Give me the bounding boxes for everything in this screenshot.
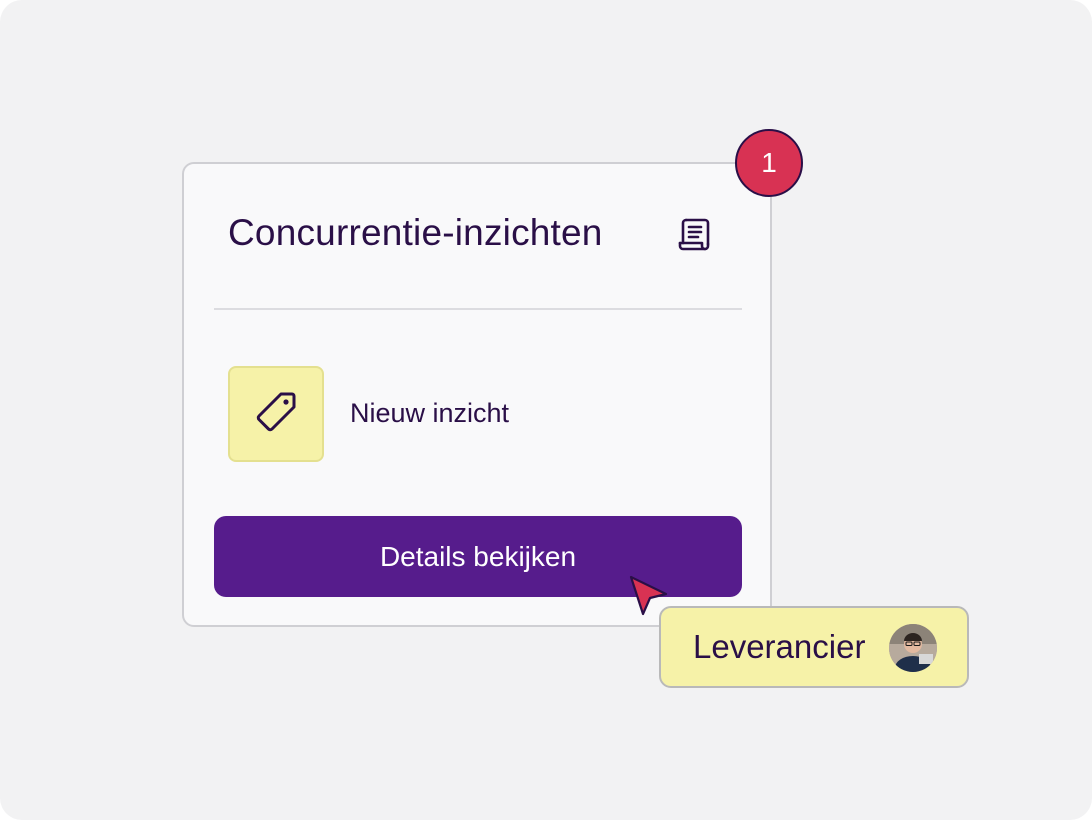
notification-badge: 1 bbox=[735, 129, 803, 197]
insight-icon-box bbox=[228, 366, 324, 462]
card-title: Concurrentie-inzichten bbox=[228, 212, 603, 253]
avatar bbox=[889, 624, 937, 672]
card-divider bbox=[214, 308, 742, 310]
user-name: Leverancier bbox=[693, 628, 866, 665]
insight-label: Nieuw inzicht bbox=[350, 398, 510, 428]
user-chip: Leverancier bbox=[659, 606, 969, 688]
competitor-insights-card: Concurrentie-inzichten Nieuw inzicht Det… bbox=[182, 162, 772, 627]
canvas-background: Concurrentie-inzichten Nieuw inzicht Det… bbox=[0, 0, 1092, 820]
document-icon[interactable] bbox=[678, 216, 712, 252]
tag-icon bbox=[253, 389, 299, 440]
